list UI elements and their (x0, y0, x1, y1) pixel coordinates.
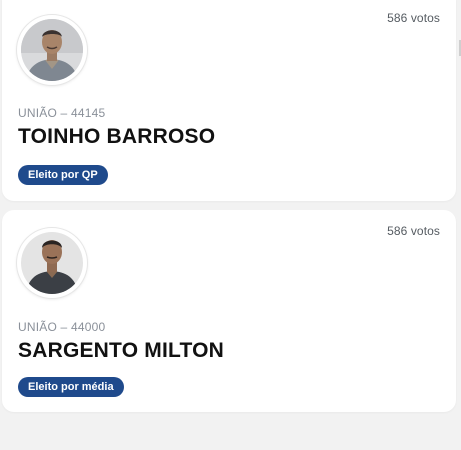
candidate-card[interactable]: 586 votos UNIÃO – 44000 SARGENTO MILTON … (2, 210, 456, 412)
vote-count: 586 votos (387, 11, 440, 25)
candidate-avatar (17, 15, 87, 85)
candidate-avatar (17, 228, 87, 298)
candidate-name: SARGENTO MILTON (18, 339, 225, 362)
candidate-photo-icon (21, 232, 83, 294)
party-number: UNIÃO – 44000 (18, 320, 106, 334)
candidate-name: TOINHO BARROSO (18, 125, 216, 148)
election-status-badge: Eleito por QP (18, 165, 108, 185)
candidate-photo-icon (21, 19, 83, 81)
party-number: UNIÃO – 44145 (18, 106, 106, 120)
vote-count: 586 votos (387, 224, 440, 238)
candidate-results-page: 586 votos UNIÃO – 44145 TOINHO BARROSO E… (0, 0, 461, 450)
election-status-badge: Eleito por média (18, 377, 124, 397)
candidate-card[interactable]: 586 votos UNIÃO – 44145 TOINHO BARROSO E… (2, 0, 456, 201)
